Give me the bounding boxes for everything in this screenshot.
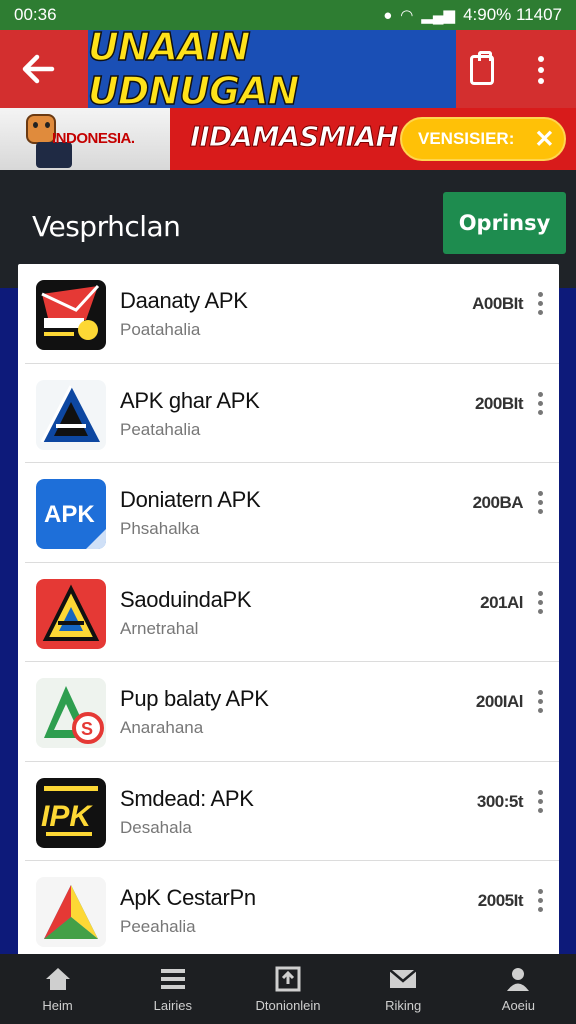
app-sub: Phsahalka (120, 519, 200, 538)
overflow-menu-button[interactable] (524, 50, 558, 90)
more-vert-icon[interactable] (535, 292, 545, 322)
apk-blue-icon: APK (36, 479, 106, 549)
app-name: ApK CestarPn (120, 885, 256, 910)
nav-item-account[interactable]: Aoeiu (461, 954, 576, 1024)
a-red-logo-icon (36, 578, 106, 649)
account-icon (503, 965, 533, 993)
svg-text:IPK: IPK (41, 800, 93, 833)
app-name: SaoduindaPK (120, 586, 252, 612)
list-item[interactable]: Daanaty APK Poatahalia A00BIt (25, 264, 559, 364)
nav-item-list[interactable]: Lairies (115, 954, 230, 1024)
app-name: APK ghar APK (120, 387, 260, 413)
clipboard-icon (470, 51, 494, 85)
option-button[interactable]: Oprinsy (443, 192, 566, 254)
more-vert-icon[interactable] (535, 590, 545, 621)
status-time: 00:36 (14, 5, 57, 24)
page-title: UNAAIN UDNUGAN (87, 24, 300, 114)
wifi-icon: ◠ (400, 7, 414, 24)
red-envelope-icon (36, 280, 106, 350)
back-button[interactable] (14, 46, 62, 92)
more-vert-icon (538, 56, 544, 62)
svg-text:APK: APK (44, 501, 95, 528)
more-vert-icon[interactable] (535, 491, 545, 521)
app-sub: Anarahana (120, 718, 204, 737)
version-button[interactable]: VENSISIER: ✕ (400, 117, 566, 161)
nav-item-mail[interactable]: Riking (346, 954, 461, 1024)
title-box: UNAAIN UDNUGAN (87, 24, 456, 114)
list-item[interactable]: S Pup balaty APK Anarahana 200IAl (25, 662, 559, 762)
promo-banner[interactable]: INDONESIA. IIDAMASMIAH VENSISIER: ✕ (0, 108, 576, 170)
version-label: VENSISIER: (418, 129, 515, 148)
app-list: Daanaty APK Poatahalia A00BIt APK ghar A… (18, 264, 559, 964)
more-vert-icon[interactable] (535, 789, 545, 820)
banner-flag: INDONESIA. (0, 108, 170, 170)
a-logo-icon (36, 379, 106, 450)
list-item[interactable]: APK Doniatern APK Phsahalka 200BA (25, 463, 559, 563)
arrow-left-icon (22, 54, 55, 84)
close-icon[interactable]: ✕ (534, 125, 554, 154)
download-icon (273, 965, 303, 993)
app-name: Daanaty APK (120, 288, 248, 313)
list-item[interactable]: APK ghar APK Peatahalia 200BIt (25, 364, 559, 463)
signal-icon: ▂▄▆ (421, 7, 456, 24)
svg-text:S: S (81, 719, 93, 739)
mail-icon (388, 965, 418, 993)
more-vert-icon[interactable] (535, 889, 545, 919)
app-sub: Arnetrahal (120, 618, 199, 638)
nav-label: Dtonionlein (255, 998, 321, 1013)
nav-label: Riking (385, 998, 422, 1013)
green-a-icon: S (36, 678, 106, 748)
app-size: 201Al (480, 592, 523, 612)
app-size: A00BIt (472, 294, 523, 313)
nav-label: Lairies (153, 998, 192, 1013)
more-vert-icon[interactable] (535, 690, 545, 720)
section-title: Vesprhclan (32, 210, 181, 243)
app-sub: Desahala (120, 817, 192, 837)
nav-label: Aoeiu (501, 998, 536, 1013)
app-size: 200BIt (474, 393, 524, 413)
more-vert-icon[interactable] (535, 391, 545, 422)
app-sub: Peeahalia (120, 917, 196, 936)
nav-label: Heim (42, 998, 73, 1013)
banner-headline: IIDAMASMIAH (190, 120, 400, 154)
clipboard-button[interactable] (462, 50, 502, 90)
app-name: Smdead: APK (120, 785, 254, 811)
app-size: 2005It (477, 891, 524, 910)
nav-item-home[interactable]: Heim (0, 954, 115, 1024)
app-size: 300:5t (476, 791, 524, 811)
app-name: Pup balaty APK (120, 686, 269, 711)
app-name: Doniatern APK (120, 487, 261, 512)
ipk-yellow-icon: IPK (36, 777, 106, 848)
location-icon: ● (383, 6, 393, 24)
list-icon (158, 965, 188, 993)
home-icon (43, 965, 73, 993)
nav-item-download[interactable]: Dtonionlein (230, 954, 345, 1024)
app-header: UNAAIN UDNUGAN (0, 24, 576, 114)
status-right-text: 4:90% 11407 (463, 5, 562, 24)
list-item[interactable]: IPK Smdead: APK Desahala 300:5t (25, 762, 559, 861)
bottom-nav: Heim Lairies Dtonionlein Riking Aoeiu (0, 954, 576, 1024)
app-sub: Poatahalia (120, 320, 201, 339)
flag-label: INDONESIA. (52, 130, 135, 147)
app-sub: Peatahalia (120, 419, 201, 439)
app-size: 200IAl (475, 692, 524, 711)
list-item[interactable]: SaoduindaPK Arnetrahal 201Al (25, 563, 559, 662)
app-size: 200BA (472, 493, 524, 512)
triangle-a-icon (36, 877, 106, 947)
list-item[interactable]: ApK CestarPn Peeahalia 2005It (25, 861, 559, 961)
